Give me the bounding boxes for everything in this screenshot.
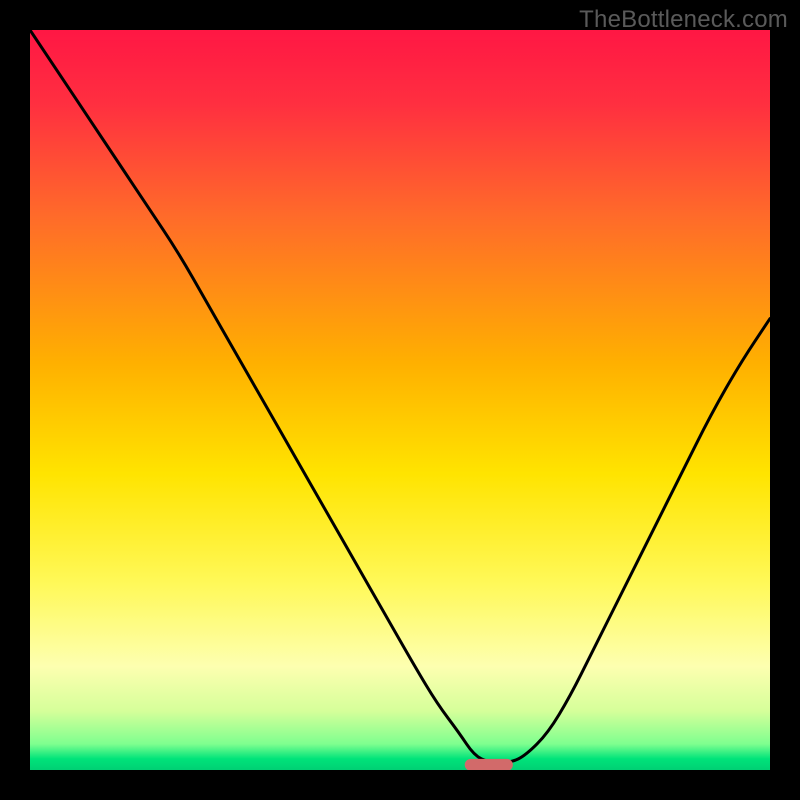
chart-frame: TheBottleneck.com <box>0 0 800 800</box>
bottleneck-chart <box>30 30 770 770</box>
gradient-background <box>30 30 770 770</box>
optimal-range-marker <box>465 759 513 770</box>
plot-area <box>30 30 770 770</box>
